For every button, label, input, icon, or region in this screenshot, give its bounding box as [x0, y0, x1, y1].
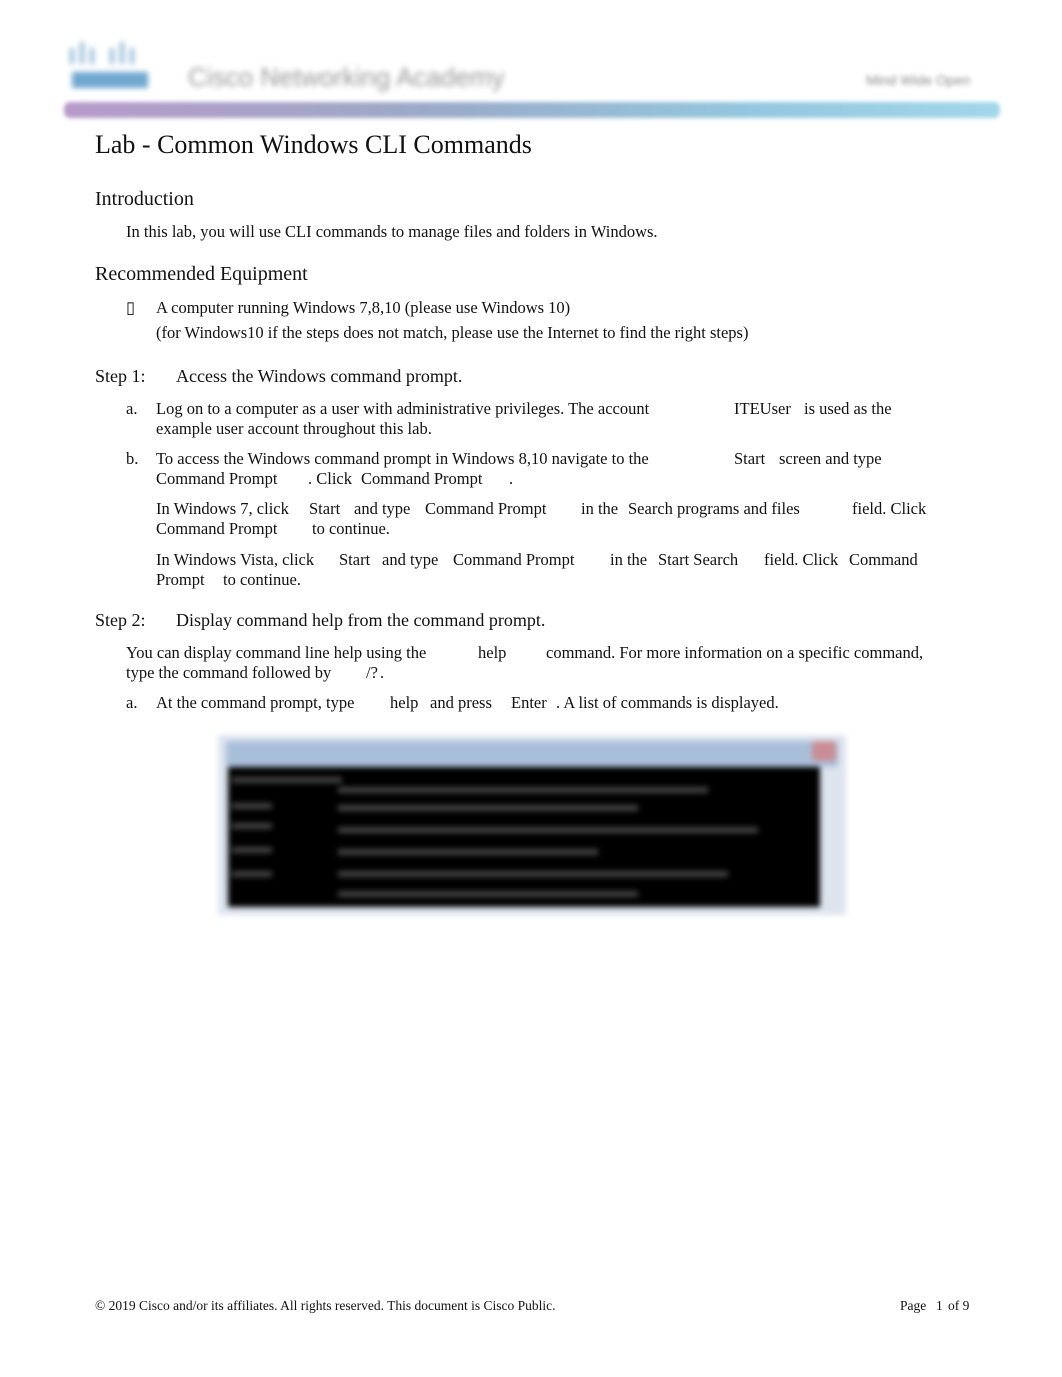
terminal-area	[228, 767, 820, 907]
close-icon	[812, 741, 836, 761]
step1-b-start: Start	[734, 449, 766, 468]
step2-a-help: help	[390, 693, 419, 712]
footer-page-label: Page	[900, 1298, 927, 1313]
vista-text-3: in the	[610, 550, 648, 569]
step1-a-text-3: example user account throughout this lab…	[156, 419, 432, 438]
vista-text: In Windows Vista, click	[156, 550, 315, 569]
equipment-line-1: A computer running Windows 7,8,10 (pleas…	[156, 298, 571, 317]
tagline: Mind Wide Open	[866, 72, 971, 88]
footer-copyright: © 2019 Cisco and/or its affiliates. All …	[95, 1298, 556, 1313]
vista-cmd-3: Prompt	[156, 570, 205, 589]
step1-b-cmd: Command Prompt	[156, 469, 278, 488]
step1-a-text-2: is used as the	[804, 399, 892, 418]
command-prompt-screenshot	[218, 735, 846, 915]
step2-a-text: At the command prompt, type	[156, 693, 355, 712]
equipment-line-2: (for Windows10 if the steps does not mat…	[156, 323, 749, 342]
win7-text-3: in the	[581, 499, 619, 518]
vista-cmd-2: Command	[849, 550, 918, 569]
step1-b-marker: b.	[126, 449, 139, 468]
step1-a-marker: a.	[126, 399, 138, 418]
step2-a-enter: Enter	[511, 693, 547, 712]
step1-label: Step 1:	[95, 366, 146, 386]
vista-search: Start Search	[658, 550, 739, 569]
step2-label: Step 2:	[95, 610, 146, 630]
header-gradient-bar	[64, 102, 1000, 118]
page-title: Lab - Common Windows CLI Commands	[95, 130, 532, 159]
win7-text: In Windows 7, click	[156, 499, 289, 518]
step2-period: .	[380, 663, 385, 682]
footer-page-total: of 9	[948, 1298, 970, 1313]
step2-a-marker: a.	[126, 693, 138, 712]
win7-text-5: to continue.	[312, 519, 390, 538]
footer-page-number: 1	[936, 1298, 943, 1313]
step1-b-cmd-2: Command Prompt	[361, 469, 483, 488]
step2-switch: /?	[366, 663, 378, 682]
step1-a-account: ITEUser	[734, 399, 791, 418]
vista-text-2: and type	[382, 550, 439, 569]
win7-text-4: field. Click	[852, 499, 927, 518]
document-page: Cisco Networking Academy Mind Wide Open …	[0, 0, 1062, 1377]
step2-a-text-3: . A list of commands is displayed.	[556, 693, 779, 712]
step1-b-period: .	[509, 469, 514, 488]
window-titlebar	[226, 741, 838, 767]
step1-heading: Access the Windows command prompt.	[176, 366, 463, 386]
bullet-icon: ▯	[126, 298, 136, 317]
win7-cmd: Command Prompt	[425, 499, 547, 518]
step1-b-click: . Click	[308, 469, 352, 488]
vista-cmd: Command Prompt	[453, 550, 575, 569]
academy-logo-text: Cisco Networking Academy	[188, 62, 505, 92]
win7-start: Start	[309, 499, 341, 518]
win7-cmd-2: Command Prompt	[156, 519, 278, 538]
introduction-text: In this lab, you will use CLI commands t…	[126, 222, 658, 241]
step1-a-text: Log on to a computer as a user with admi…	[156, 399, 650, 418]
introduction-heading: Introduction	[95, 188, 194, 210]
win7-search: Search programs and files	[628, 499, 800, 518]
vista-start: Start	[339, 550, 371, 569]
step2-intro: You can display command line help using …	[126, 643, 427, 662]
step2-heading: Display command help from the command pr…	[176, 610, 546, 630]
step1-b-text-2: screen and type	[779, 449, 882, 468]
step2-intro-2: command. For more information on a speci…	[546, 643, 924, 662]
step2-a-text-2: and press	[430, 693, 492, 712]
cisco-logo	[60, 38, 160, 94]
vista-text-5: to continue.	[223, 570, 301, 589]
step2-intro-3: type the command followed by	[126, 663, 332, 682]
step2-help: help	[478, 643, 507, 662]
vista-text-4: field. Click	[764, 550, 839, 569]
step1-b-text: To access the Windows command prompt in …	[156, 449, 649, 468]
win7-text-2: and type	[354, 499, 411, 518]
equipment-heading: Recommended Equipment	[95, 263, 308, 285]
